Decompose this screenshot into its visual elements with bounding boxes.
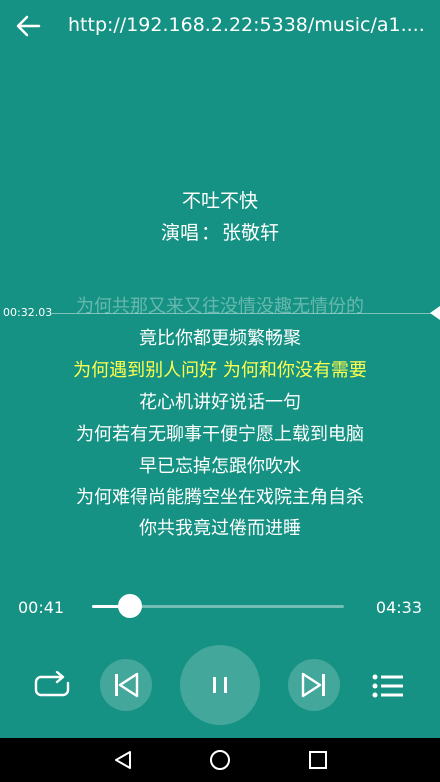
- lyric-line: 花心机讲好说话一句: [139, 392, 301, 413]
- nav-recents-icon: [309, 751, 327, 769]
- lyric-line: 你共我竟过倦而进睡: [139, 518, 301, 539]
- singer-line: 演唱：张敬轩: [0, 218, 440, 245]
- playlist-button[interactable]: [368, 666, 408, 706]
- lyric-line: 为何若有无聊事干便宁愿上载到电脑: [76, 424, 364, 445]
- skip-next-icon: [301, 672, 325, 698]
- lyric-line: 为何难得尚能腾空坐在戏院主角自杀: [76, 487, 364, 508]
- system-nav-bar: [0, 738, 440, 782]
- current-time: 00:41: [18, 598, 65, 617]
- seek-marker-arrow-icon[interactable]: [430, 306, 440, 320]
- playlist-icon: [372, 674, 403, 698]
- lyric-line-active: 为何遇到别人问好 为何和你没有需要: [73, 360, 367, 381]
- nav-back-icon: [115, 751, 131, 769]
- back-button[interactable]: [10, 8, 46, 44]
- next-button[interactable]: [288, 659, 340, 711]
- total-time: 04:33: [375, 598, 422, 617]
- seek-marker-line: [52, 313, 432, 314]
- seek-marker-time: 00:32.03: [3, 306, 53, 319]
- seek-thumb[interactable]: [117, 594, 142, 618]
- nav-back-button[interactable]: [108, 745, 138, 775]
- seek-bar[interactable]: [92, 594, 344, 618]
- pause-icon: [213, 677, 227, 693]
- lyric-line: 竟比你都更频繁畅聚: [139, 328, 301, 349]
- lyric-line: 为何共那又来又往没情没趣无情份的: [76, 296, 364, 317]
- nav-recents-button[interactable]: [303, 745, 333, 775]
- singer-separator: ：: [200, 222, 220, 244]
- pause-button[interactable]: [180, 645, 260, 725]
- singer-prefix: 演唱: [160, 222, 199, 244]
- singer-name: 张敬轩: [222, 222, 280, 244]
- song-title: 不吐不快: [181, 190, 258, 212]
- repeat-button[interactable]: [32, 666, 72, 706]
- app-bar: http://192.168.2.22:5338/music/a1....: [0, 0, 440, 56]
- nav-home-button[interactable]: [205, 745, 235, 775]
- nav-home-icon: [210, 750, 230, 770]
- page-url: http://192.168.2.22:5338/music/a1....: [68, 14, 425, 36]
- skip-previous-icon: [115, 672, 139, 698]
- repeat-icon: [34, 671, 70, 697]
- previous-button[interactable]: [100, 659, 152, 711]
- lyrics-area[interactable]: 为何共那又来又往没情没趣无情份的 00:32.03 竟比你都更频繁畅聚 为何遇到…: [0, 286, 440, 546]
- back-arrow-icon: [16, 15, 41, 37]
- lyric-line: 早已忘掉怎跟你吹水: [139, 456, 301, 477]
